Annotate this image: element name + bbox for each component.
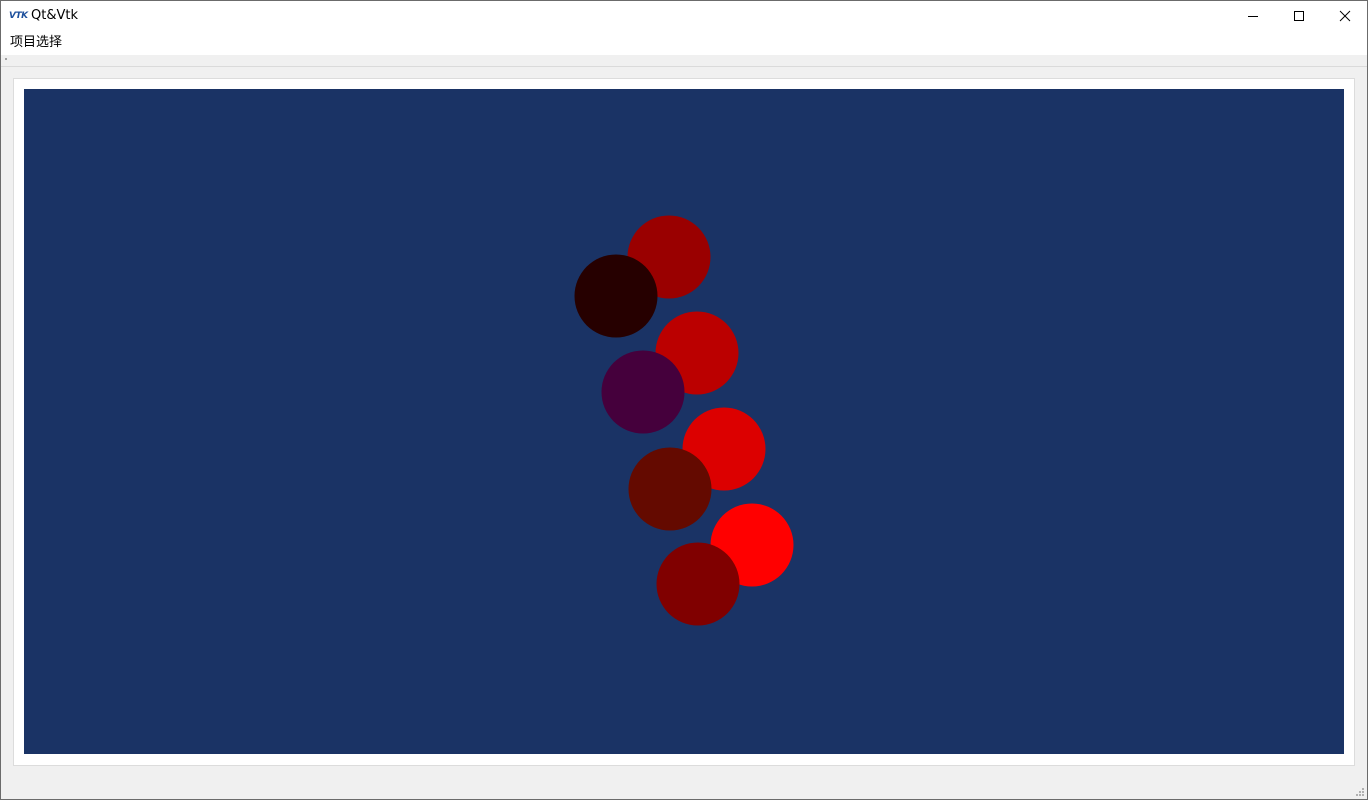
- size-grip-icon[interactable]: [1355, 787, 1365, 797]
- sphere-2: [574, 254, 658, 338]
- sphere-scene[interactable]: [24, 89, 1344, 754]
- maximize-button[interactable]: [1276, 1, 1322, 31]
- menu-bar: 项目选择: [1, 31, 1367, 55]
- vtk-render-view[interactable]: [24, 89, 1344, 754]
- minimize-icon: [1248, 16, 1258, 17]
- sphere-6: [628, 447, 712, 531]
- maximize-icon: [1294, 11, 1304, 21]
- sphere-8: [656, 542, 740, 626]
- sphere-4: [601, 350, 685, 434]
- toolbar-area: [1, 55, 1367, 67]
- vtk-logo-icon: VTK: [9, 11, 28, 21]
- close-icon: [1339, 10, 1351, 22]
- main-window: VTK Qt&Vtk 项目选择: [0, 0, 1368, 800]
- toolbar-grip[interactable]: [5, 58, 7, 60]
- menu-item-project-select[interactable]: 项目选择: [10, 35, 62, 51]
- central-frame: [13, 78, 1355, 766]
- title-bar[interactable]: VTK Qt&Vtk: [1, 1, 1367, 31]
- minimize-button[interactable]: [1230, 1, 1276, 31]
- close-button[interactable]: [1322, 1, 1368, 31]
- window-title: Qt&Vtk: [31, 8, 78, 23]
